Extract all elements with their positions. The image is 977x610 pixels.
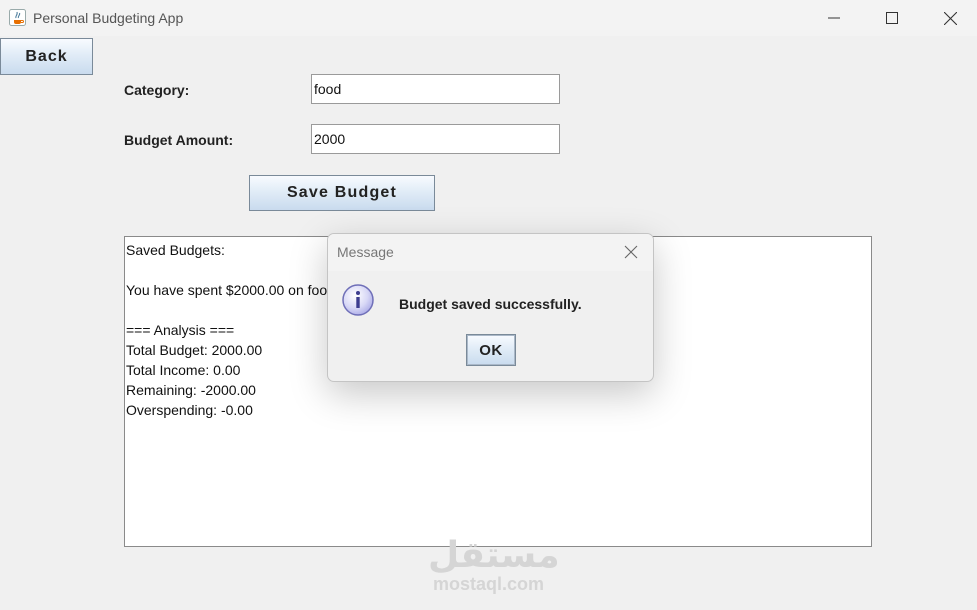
close-icon xyxy=(624,245,638,259)
close-icon xyxy=(943,11,957,25)
close-button[interactable] xyxy=(921,0,977,36)
message-dialog: Message Budget saved successfully. OK xyxy=(327,233,654,382)
java-app-icon xyxy=(9,9,26,26)
dialog-close-button[interactable] xyxy=(621,242,641,262)
category-label: Category: xyxy=(124,82,190,98)
dialog-message: Budget saved successfully. xyxy=(399,296,582,312)
dialog-title: Message xyxy=(337,244,394,260)
minimize-button[interactable] xyxy=(805,0,863,36)
title-bar: Personal Budgeting App xyxy=(0,0,977,36)
budget-amount-input[interactable] xyxy=(311,124,560,154)
watermark-logo: مستقل xyxy=(428,535,560,576)
budget-amount-label: Budget Amount: xyxy=(124,132,234,148)
back-button[interactable]: Back xyxy=(0,38,93,75)
watermark: مستقل mostaql.com xyxy=(428,535,560,594)
save-budget-button[interactable]: Save Budget xyxy=(249,175,435,211)
dialog-title-bar: Message xyxy=(328,234,653,271)
information-icon xyxy=(342,284,374,316)
watermark-text: mostaql.com xyxy=(432,574,545,594)
category-input[interactable] xyxy=(311,74,560,104)
output-line: Remaining: -2000.00 xyxy=(126,382,256,398)
minimize-icon xyxy=(828,17,840,19)
output-line: Overspending: -0.00 xyxy=(126,402,253,418)
ok-button[interactable]: OK xyxy=(466,334,516,366)
maximize-button[interactable] xyxy=(863,0,921,36)
window-title: Personal Budgeting App xyxy=(33,10,184,26)
maximize-icon xyxy=(886,12,898,24)
